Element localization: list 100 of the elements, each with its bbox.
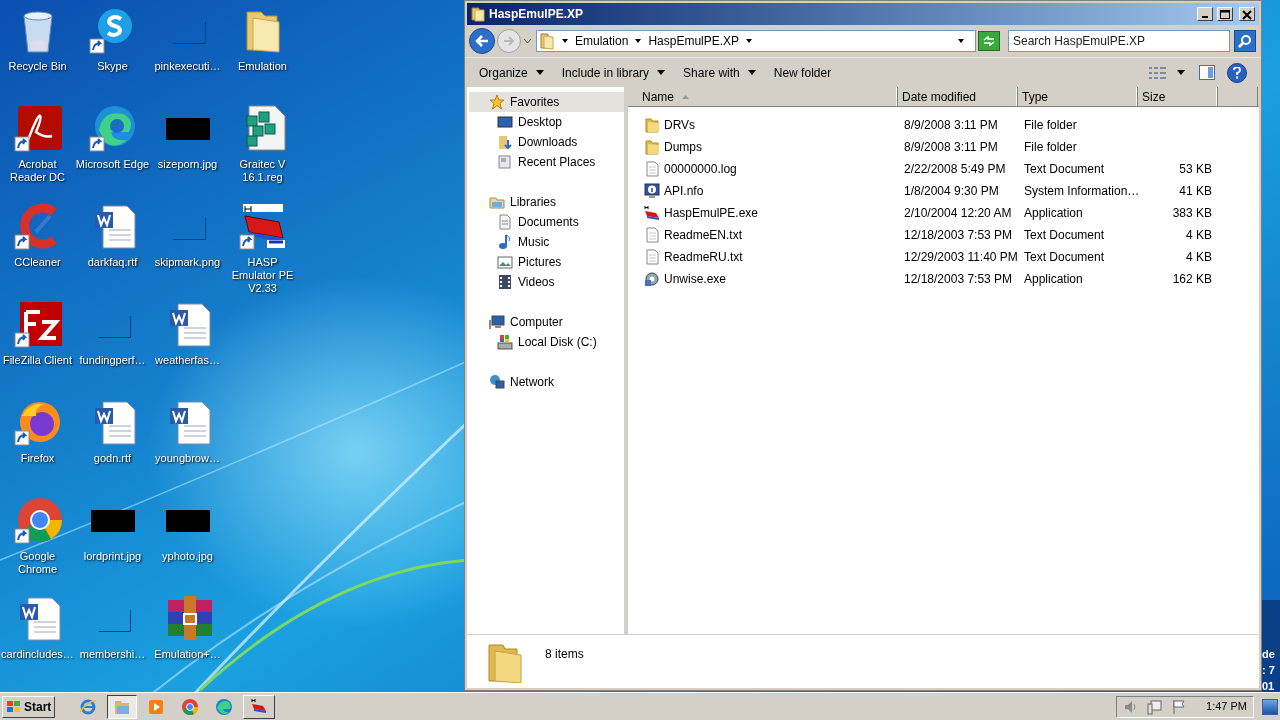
desktop-icon-label[interactable]: Acrobat Reader DC bbox=[0, 158, 75, 184]
help-button[interactable] bbox=[1227, 62, 1247, 83]
column-header[interactable]: Size bbox=[1138, 87, 1218, 106]
nav-item[interactable]: Recent Places bbox=[467, 152, 624, 172]
flag-icon bbox=[1171, 698, 1187, 715]
computer-icon bbox=[489, 314, 505, 330]
column-header[interactable]: Date modified bbox=[898, 87, 1018, 106]
start-button[interactable]: Start bbox=[2, 695, 56, 718]
hasp-emulator-icon bbox=[250, 697, 269, 716]
close-button[interactable] bbox=[1239, 7, 1255, 21]
star-icon bbox=[489, 94, 505, 110]
caret-icon bbox=[747, 70, 756, 75]
desktop-icon-label[interactable]: Firefox bbox=[20, 452, 55, 465]
file-name[interactable]: API.nfo bbox=[664, 182, 704, 200]
date-cell: 8/9/2008 3:11 PM bbox=[904, 118, 998, 132]
item-count: 8 items bbox=[545, 646, 584, 663]
network-icon bbox=[1147, 698, 1163, 715]
breadcrumb-item[interactable]: HaspEmulPE.XP bbox=[648, 32, 740, 50]
music-note-icon bbox=[497, 234, 513, 250]
nav-item[interactable]: Videos bbox=[467, 272, 624, 292]
desktop-icon-label[interactable]: sizeporn.jpg bbox=[157, 158, 218, 171]
desktop-icon-label[interactable]: Graitec V 16.1.reg bbox=[225, 158, 300, 184]
taskbar-button[interactable] bbox=[107, 694, 138, 719]
refresh-button[interactable] bbox=[978, 31, 1000, 51]
type-cell: System Information… bbox=[1024, 184, 1140, 198]
desktop-icon-label[interactable]: CCleaner bbox=[14, 256, 61, 269]
caret-icon bbox=[634, 38, 643, 44]
nav-item[interactable]: Libraries bbox=[469, 192, 624, 212]
address-bar[interactable]: Emulation HaspEmulPE.XP bbox=[536, 30, 976, 52]
caret-icon bbox=[561, 38, 569, 44]
downloads-folder-icon bbox=[497, 134, 513, 150]
back-button[interactable] bbox=[469, 28, 495, 54]
show-desktop-button[interactable] bbox=[1262, 698, 1278, 715]
date-cell: 12/29/2003 11:40 PM bbox=[904, 250, 1018, 264]
file-name[interactable]: 00000000.log bbox=[664, 160, 737, 178]
nav-item[interactable]: Pictures bbox=[467, 252, 624, 272]
desktop-icon-label[interactable]: darkfaq.rtf bbox=[87, 256, 138, 269]
network-icon bbox=[489, 374, 505, 390]
desktop-icon-label[interactable]: pinkexecuti… bbox=[154, 60, 221, 73]
text-file-icon bbox=[644, 161, 660, 177]
desktop-icon-label[interactable]: fundingperf… bbox=[79, 354, 146, 367]
file-name[interactable]: Dumps bbox=[664, 138, 702, 156]
caret-icon bbox=[745, 38, 754, 44]
folder-icon bbox=[539, 32, 555, 50]
file-name[interactable]: ReadmeRU.txt bbox=[664, 248, 743, 266]
nav-item[interactable]: Favorites bbox=[469, 92, 624, 112]
type-cell: Application bbox=[1024, 206, 1083, 220]
size-cell-text: 41 KB bbox=[1179, 183, 1212, 200]
nav-item[interactable]: Music bbox=[467, 232, 624, 252]
question-mark-icon bbox=[1233, 66, 1241, 79]
folder-icon bbox=[487, 641, 523, 683]
desktop-icon-label[interactable]: skipmark.png bbox=[154, 256, 221, 269]
toolbar-button[interactable]: New folder bbox=[765, 60, 840, 85]
desktop-icon-label[interactable]: HASP Emulator PE V2.33 bbox=[225, 256, 300, 295]
nav-item[interactable]: Network bbox=[469, 372, 624, 392]
minimize-button[interactable] bbox=[1197, 7, 1213, 21]
desktop-icon-label[interactable]: godn.rtf bbox=[93, 452, 132, 465]
date-cell: 2/22/2008 5:49 PM bbox=[904, 162, 1006, 176]
desktop-icon-label[interactable]: Emulation bbox=[238, 60, 287, 73]
nav-item[interactable]: Documents bbox=[467, 212, 624, 232]
folder-icon bbox=[471, 6, 485, 22]
toolbar-button[interactable]: Include in library bbox=[553, 60, 674, 85]
desktop-icon bbox=[497, 114, 513, 130]
date-cell: 2/10/2004 12:20 AM bbox=[904, 206, 1012, 220]
date-cell: 12/18/2003 7:53 PM bbox=[904, 228, 1013, 242]
column-header[interactable]: Name bbox=[628, 87, 898, 106]
desktop-icon-label[interactable]: Skype bbox=[97, 60, 128, 73]
breadcrumb-item[interactable]: Emulation bbox=[575, 32, 629, 50]
column-header[interactable]: Type bbox=[1018, 87, 1138, 106]
caret-icon bbox=[523, 37, 532, 45]
nav-item[interactable]: Downloads bbox=[467, 132, 624, 152]
date-cell: 8/9/2008 3:11 PM bbox=[904, 140, 998, 154]
desktop-icon-label[interactable]: FileZilla Client bbox=[2, 354, 73, 367]
folder-icon bbox=[644, 139, 660, 155]
size-cell-text: 383 KB bbox=[1172, 205, 1212, 222]
desktop-icon-label[interactable]: Recycle Bin bbox=[8, 60, 67, 73]
maximize-button[interactable] bbox=[1217, 7, 1233, 21]
preview-pane-icon bbox=[1199, 65, 1215, 80]
type-cell: Application bbox=[1024, 272, 1083, 286]
search-field[interactable]: Search HaspEmulPE.XP bbox=[1008, 30, 1230, 52]
type-cell: Text Document bbox=[1024, 228, 1105, 242]
desktop-icon-label[interactable]: weatherfas… bbox=[155, 354, 220, 367]
desktop-icon-label[interactable]: Google Chrome bbox=[0, 550, 75, 576]
size-cell-text: 4 KB bbox=[1186, 227, 1212, 244]
toolbar-button[interactable]: Share with bbox=[675, 60, 764, 85]
maximize-icon bbox=[1218, 7, 1232, 21]
nav-item[interactable]: Computer bbox=[469, 312, 624, 332]
libraries-icon bbox=[489, 194, 505, 210]
file-name[interactable]: ReadmeEN.txt bbox=[664, 226, 743, 244]
refresh-icon bbox=[982, 35, 996, 47]
file-name[interactable]: DRVs bbox=[664, 116, 696, 134]
desktop-icon-label[interactable]: lordprint.jpg bbox=[83, 550, 142, 563]
nav-item[interactable]: Desktop bbox=[467, 112, 624, 132]
desktop-icon-label[interactable]: Microsoft Edge bbox=[75, 158, 150, 171]
file-name[interactable]: Unwise.exe bbox=[664, 270, 727, 288]
file-name[interactable]: HaspEmulPE.exe bbox=[664, 204, 759, 222]
nav-item[interactable]: Local Disk (C:) bbox=[467, 332, 624, 352]
search-button[interactable] bbox=[1234, 30, 1256, 52]
watermark-text: de bbox=[1262, 647, 1275, 662]
toolbar-button[interactable]: Organize bbox=[471, 60, 552, 85]
